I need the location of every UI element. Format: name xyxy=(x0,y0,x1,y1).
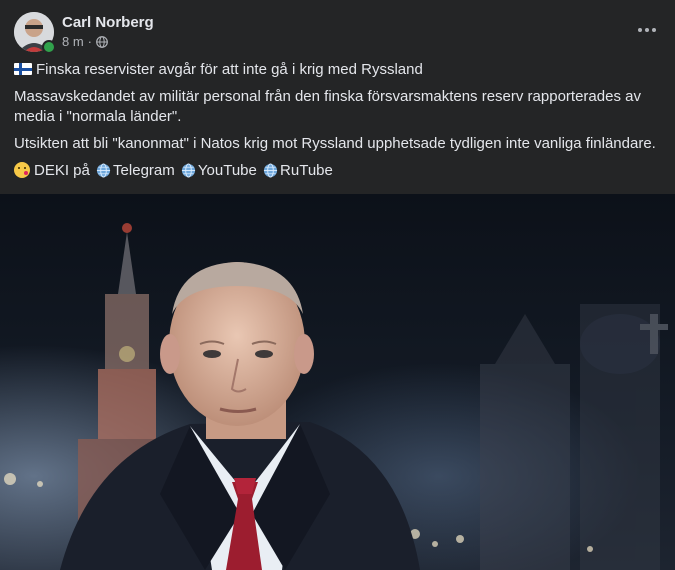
rutube-link[interactable]: RuTube xyxy=(280,162,333,179)
more-options-button[interactable] xyxy=(633,16,661,44)
finland-flag-icon xyxy=(14,63,32,75)
online-status-dot xyxy=(42,40,56,54)
globe-emoji-icon xyxy=(263,163,278,178)
telegram-link[interactable]: Telegram xyxy=(113,162,175,179)
paragraph-1: Massavskedandet av militär personal från… xyxy=(14,88,641,125)
footer-prefix: DEKI på xyxy=(34,162,90,179)
post-text: Finska reservister avgår för att inte gå… xyxy=(14,60,664,188)
paragraph-2: Utsikten att bli "kanonmat" i Natos krig… xyxy=(14,135,656,152)
globe-icon xyxy=(96,35,108,48)
headline-text: Finska reservister avgår för att inte gå… xyxy=(36,61,423,78)
photo-illustration xyxy=(0,194,675,570)
post-time[interactable]: 8 m xyxy=(62,34,84,49)
youtube-link[interactable]: YouTube xyxy=(198,162,257,179)
post-header: Carl Norberg 8 m · xyxy=(14,12,661,54)
meta-separator: · xyxy=(87,34,93,49)
kissing-face-icon xyxy=(14,162,30,178)
post-meta: 8 m · xyxy=(62,34,108,49)
globe-emoji-icon xyxy=(181,163,195,178)
footer-line: DEKI på Telegram YouTube RuTube xyxy=(14,161,664,181)
author-name[interactable]: Carl Norberg xyxy=(62,14,154,31)
post-photo[interactable] xyxy=(0,194,675,570)
post-card: Carl Norberg 8 m · Finska reservister av… xyxy=(0,0,675,570)
globe-emoji-icon xyxy=(96,163,111,178)
more-dots-icon xyxy=(638,28,656,32)
headline-line: Finska reservister avgår för att inte gå… xyxy=(14,60,664,80)
